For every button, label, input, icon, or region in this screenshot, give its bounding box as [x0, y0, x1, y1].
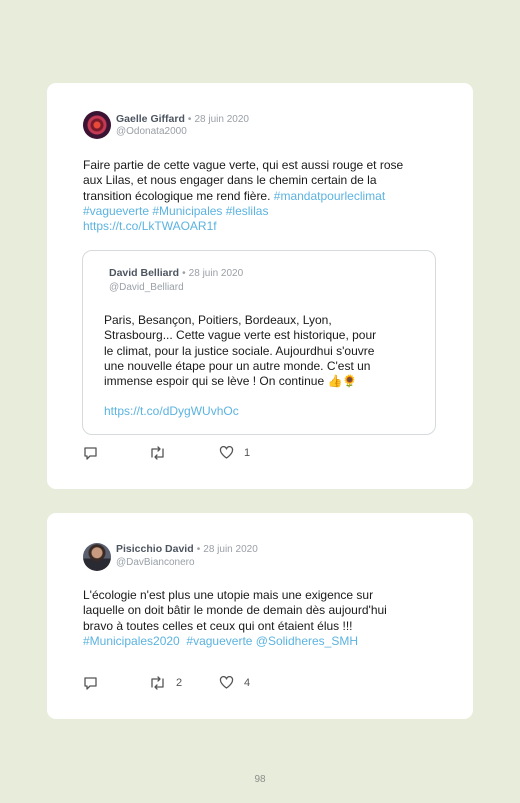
separator: •	[182, 268, 186, 279]
author-name[interactable]: Gaelle Giffard	[116, 113, 185, 125]
quoted-text: Paris, Besançon, Poitiers, Bordeaux, Lyo…	[104, 313, 429, 420]
quoted-date: 28 juin 2020	[188, 268, 244, 279]
quoted-header: David Belliard • 28 juin 2020	[109, 267, 243, 279]
reply-icon	[84, 447, 97, 460]
author-handle[interactable]: @Odonata2000	[116, 126, 187, 137]
like-count: 4	[244, 676, 251, 689]
quoted-url[interactable]: https://t.co/dDygWUvhOc	[104, 404, 429, 419]
like-count: 1	[244, 446, 251, 459]
avatar[interactable]	[83, 543, 111, 571]
hashtags-line[interactable]: #vagueverte #Municipales #leslilas	[83, 204, 453, 219]
text-line: immense espoir qui se lève ! On continue…	[104, 374, 358, 389]
reply-icon	[84, 677, 97, 690]
separator: •	[187, 114, 192, 125]
text-line: Faire partie de cette vague verte, qui e…	[83, 158, 404, 172]
hashtag-link[interactable]: #mandatpourleclimat	[274, 189, 385, 203]
tweet-card: Gaelle Giffard • 28 juin 2020 @Odonata20…	[47, 83, 473, 489]
heart-icon	[219, 446, 234, 459]
like-button[interactable]: 4	[219, 676, 250, 689]
text-line: transition écologique me rend fière. #ma…	[83, 189, 453, 204]
tweet-card: Pisicchio David • 28 juin 2020 @DavBianc…	[47, 513, 473, 719]
like-button[interactable]: 1	[219, 446, 250, 459]
text-line: le climat, pour la justice sociale. Aujo…	[104, 343, 375, 358]
reply-button[interactable]	[83, 446, 98, 460]
heart-icon	[219, 676, 234, 689]
hashtags-line[interactable]: #Municipales2020 #vagueverte @Solidheres…	[83, 634, 453, 649]
retweet-button[interactable]: 2	[149, 676, 182, 690]
author-name[interactable]: Pisicchio David	[116, 543, 194, 555]
text-line: aux Lilas, et nous engager dans le chemi…	[83, 173, 377, 188]
quoted-author-name[interactable]: David Belliard	[109, 267, 179, 279]
retweet-button[interactable]	[149, 446, 176, 460]
retweet-icon	[151, 446, 164, 460]
text-line: une nouvelle étape pour un autre monde. …	[104, 358, 371, 373]
tweet-url[interactable]: https://t.co/LkTWAOAR1f	[83, 219, 453, 234]
tweet-date[interactable]: 28 juin 2020	[195, 114, 250, 125]
text-line: bravo à toutes celles et ceux qui ont ét…	[83, 618, 353, 633]
text-line: Paris, Besançon, Poitiers, Bordeaux, Lyo…	[104, 313, 332, 327]
retweet-icon	[151, 676, 164, 690]
tweet-date[interactable]: 28 juin 2020	[203, 544, 258, 555]
avatar[interactable]	[83, 111, 111, 139]
text-line: L'écologie n'est plus une utopie mais un…	[83, 588, 374, 602]
tweet-header: Pisicchio David • 28 juin 2020	[116, 543, 258, 555]
text-line: Strasbourg... Cette vague verte est hist…	[104, 328, 377, 343]
tweet-header: Gaelle Giffard • 28 juin 2020	[116, 113, 249, 125]
page-number: 98	[254, 774, 266, 785]
tweet-text: L'écologie n'est plus une utopie mais un…	[83, 588, 453, 649]
separator: •	[196, 544, 201, 555]
quoted-handle: @David_Belliard	[109, 282, 184, 293]
text-line: laquelle on doit bâtir le monde de demai…	[83, 603, 387, 618]
author-handle[interactable]: @DavBianconero	[116, 557, 195, 568]
quoted-tweet[interactable]: David Belliard • 28 juin 2020 @David_Bel…	[82, 250, 436, 435]
tweet-text: Faire partie de cette vague verte, qui e…	[83, 158, 453, 234]
retweet-count: 2	[176, 677, 183, 689]
reply-button[interactable]	[83, 676, 98, 690]
text-segment: transition écologique me rend fière.	[83, 188, 274, 203]
